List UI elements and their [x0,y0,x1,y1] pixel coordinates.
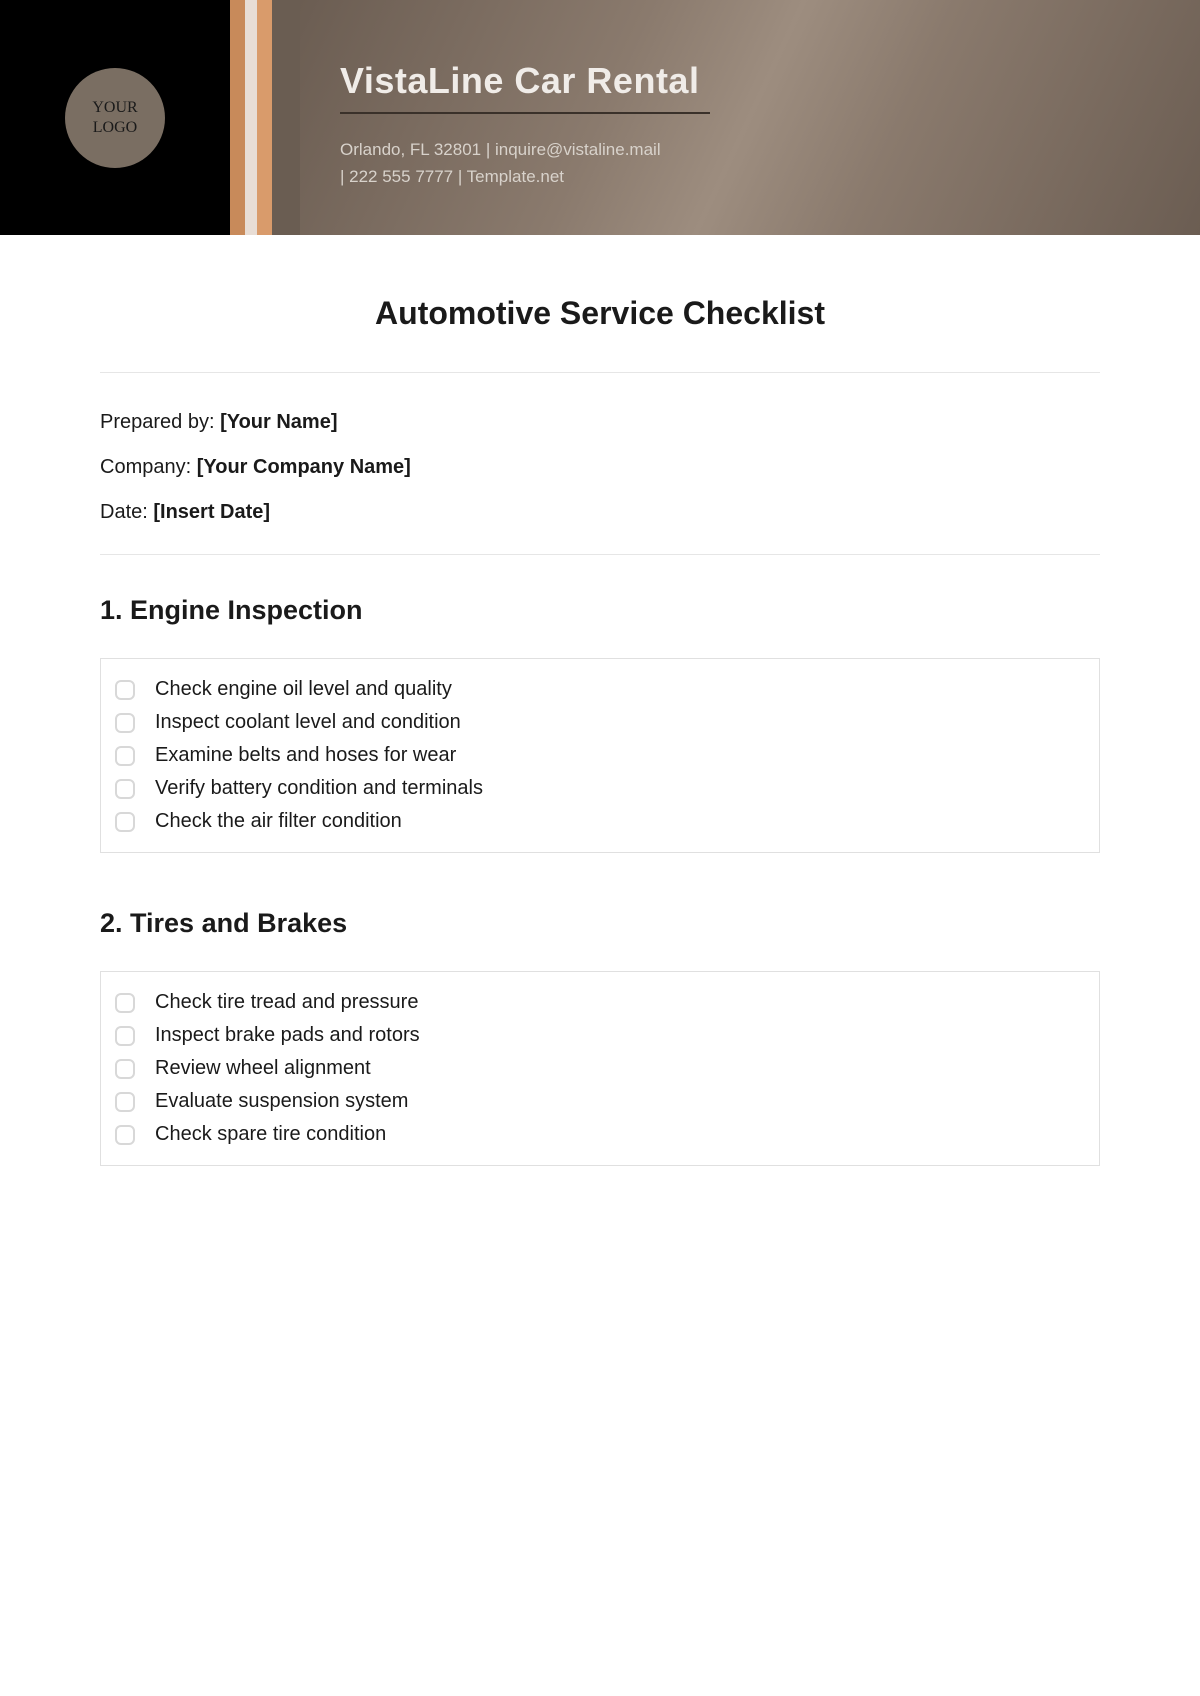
checkbox[interactable] [115,713,135,733]
checklist-box: Check tire tread and pressure Inspect br… [100,971,1100,1166]
checkbox[interactable] [115,1026,135,1046]
header-divider [340,112,710,114]
checkbox[interactable] [115,993,135,1013]
checklist-box: Check engine oil level and quality Inspe… [100,658,1100,853]
section-title: 1. Engine Inspection [100,595,1100,626]
meta-value: [Your Name] [220,411,337,433]
checklist-item: Verify battery condition and terminals [115,772,1085,805]
checklist-label: Verify battery condition and terminals [155,777,483,800]
checklist-label: Evaluate suspension system [155,1090,408,1113]
document-content: Automotive Service Checklist Prepared by… [0,235,1200,1261]
logo-placeholder: YOUR LOGO [65,68,165,168]
checklist-label: Examine belts and hoses for wear [155,744,456,767]
checklist-label: Inspect coolant level and condition [155,711,461,734]
stripe [257,0,272,235]
checklist-item: Review wheel alignment [115,1052,1085,1085]
checklist-item: Check spare tire condition [115,1118,1085,1151]
meta-label: Prepared by: [100,411,220,433]
section-title: 2. Tires and Brakes [100,908,1100,939]
document-header: YOUR LOGO VistaLine Car Rental Orlando, … [0,0,1200,235]
checklist-label: Check tire tread and pressure [155,991,418,1014]
contact-line-2: | 222 555 7777 | Template.net [340,163,1160,190]
logo-text-line2: LOGO [93,118,137,137]
checklist-label: Check the air filter condition [155,810,402,833]
divider [100,554,1100,555]
contact-line-1: Orlando, FL 32801 | inquire@vistaline.ma… [340,136,1160,163]
checkbox[interactable] [115,812,135,832]
checkbox[interactable] [115,1092,135,1112]
checklist-item: Examine belts and hoses for wear [115,739,1085,772]
section-engine-inspection: 1. Engine Inspection Check engine oil le… [100,595,1100,853]
checkbox[interactable] [115,779,135,799]
meta-value: [Your Company Name] [197,456,411,478]
meta-value: [Insert Date] [153,501,270,523]
checklist-label: Check spare tire condition [155,1123,386,1146]
header-info-panel: VistaLine Car Rental Orlando, FL 32801 |… [300,0,1200,235]
meta-label: Company: [100,456,197,478]
checklist-item: Check the air filter condition [115,805,1085,838]
meta-date: Date: [Insert Date] [100,501,1100,524]
stripe [272,0,300,235]
checklist-label: Inspect brake pads and rotors [155,1024,420,1047]
header-black-panel: YOUR LOGO [0,0,230,235]
header-accent-stripes [230,0,300,235]
checkbox[interactable] [115,1125,135,1145]
checkbox[interactable] [115,1059,135,1079]
section-tires-brakes: 2. Tires and Brakes Check tire tread and… [100,908,1100,1166]
company-name: VistaLine Car Rental [340,60,1160,102]
divider [100,372,1100,373]
stripe [245,0,257,235]
checklist-item: Check engine oil level and quality [115,673,1085,706]
meta-label: Date: [100,501,153,523]
meta-prepared-by: Prepared by: [Your Name] [100,411,1100,434]
meta-company: Company: [Your Company Name] [100,456,1100,479]
checkbox[interactable] [115,746,135,766]
checklist-label: Check engine oil level and quality [155,678,452,701]
checklist-label: Review wheel alignment [155,1057,371,1080]
checkbox[interactable] [115,680,135,700]
checklist-item: Check tire tread and pressure [115,986,1085,1019]
checklist-item: Inspect brake pads and rotors [115,1019,1085,1052]
document-title: Automotive Service Checklist [100,295,1100,332]
logo-text-line1: YOUR [92,98,137,117]
stripe [230,0,245,235]
checklist-item: Inspect coolant level and condition [115,706,1085,739]
checklist-item: Evaluate suspension system [115,1085,1085,1118]
